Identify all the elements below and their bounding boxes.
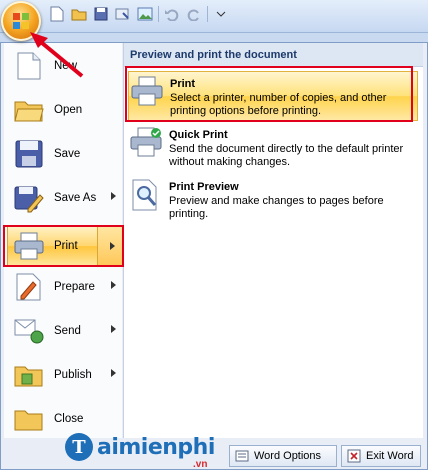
customize-icon[interactable]: [114, 5, 132, 23]
menu-item-label: Open: [54, 104, 83, 116]
menu-item-send[interactable]: Send: [8, 311, 122, 351]
menu-item-save[interactable]: Save: [8, 134, 122, 174]
submenu-arrow-icon: [111, 369, 116, 377]
menu-item-label: Save: [54, 148, 81, 160]
menu-item-publish[interactable]: Publish: [8, 355, 122, 395]
save-as-icon: [12, 181, 46, 215]
panel-header: Preview and print the document: [124, 43, 423, 67]
word-options-button[interactable]: Word Options: [229, 445, 337, 467]
menu-item-label: Save As: [54, 192, 97, 204]
menu-item-label: Publish: [54, 369, 92, 381]
toolbar-separator: [158, 6, 159, 22]
submenu-arrow-icon: [111, 325, 116, 333]
picture-icon[interactable]: [136, 5, 154, 23]
publish-icon: [12, 358, 46, 392]
submenu-item-title: Quick Print: [169, 129, 228, 141]
exit-word-label: Exit Word: [366, 450, 414, 462]
open-folder-icon[interactable]: [70, 5, 88, 23]
chevron-down-icon[interactable]: [212, 5, 230, 23]
quick-print-icon: [130, 127, 162, 159]
menu-item-label: Close: [54, 413, 84, 425]
exit-word-button[interactable]: Exit Word: [341, 445, 421, 467]
submenu-arrow-icon: [111, 281, 116, 289]
annotation-highlight-box: [3, 225, 124, 267]
submenu-item-description: Preview and make changes to pages before…: [169, 195, 384, 220]
annotation-highlight-box: [125, 66, 413, 122]
annotation-arrow-icon: [30, 32, 84, 78]
toolbar-separator: [207, 6, 208, 22]
menu-item-save-as[interactable]: Save As: [8, 178, 122, 218]
submenu-item-title: Print Preview: [169, 181, 239, 193]
close-folder-icon: [12, 402, 46, 436]
close-icon: [346, 448, 362, 464]
menu-item-label: Send: [54, 325, 81, 337]
prepare-icon: [12, 270, 46, 304]
save-icon[interactable]: [92, 5, 110, 23]
office-menu: New Open Save Save As Print Prepare Send…: [0, 42, 428, 470]
quick-access-toolbar: [48, 4, 230, 24]
submenu-arrow-icon: [111, 192, 116, 200]
submenu-item-print-preview[interactable]: Print Preview Preview and make changes t…: [128, 175, 418, 225]
new-document-icon[interactable]: [48, 5, 66, 23]
menu-item-prepare[interactable]: Prepare: [8, 267, 122, 307]
submenu-item-quick-print[interactable]: Quick Print Send the document directly t…: [128, 123, 418, 173]
redo-icon[interactable]: [185, 5, 203, 23]
word-options-label: Word Options: [254, 450, 322, 462]
send-icon: [12, 314, 46, 348]
open-folder-icon: [12, 93, 46, 127]
options-icon: [234, 448, 250, 464]
menu-item-open[interactable]: Open: [8, 90, 122, 130]
save-icon: [12, 137, 46, 171]
print-preview-icon: [130, 179, 162, 211]
menu-footer: Word Options Exit Word: [1, 439, 427, 469]
menu-item-label: Prepare: [54, 281, 95, 293]
undo-icon[interactable]: [163, 5, 181, 23]
submenu-item-description: Send the document directly to the defaul…: [169, 143, 404, 168]
